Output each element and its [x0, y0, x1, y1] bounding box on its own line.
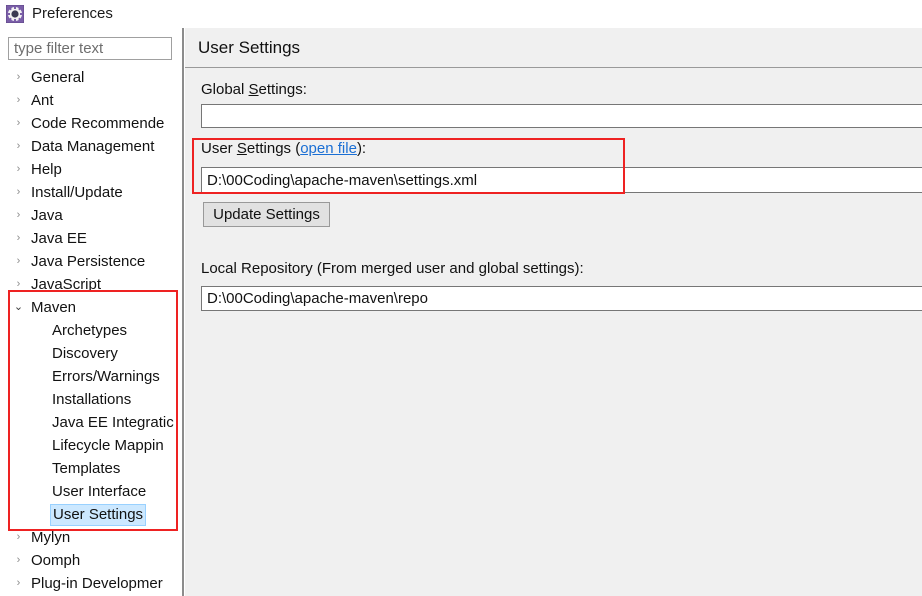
sidebar-item-label: Install/Update: [31, 183, 123, 201]
chevron-right-icon[interactable]: ›: [12, 210, 25, 221]
sidebar-item-label: Errors/Warnings: [52, 367, 160, 385]
sidebar-item-label: Discovery: [52, 344, 118, 362]
chevron-right-icon[interactable]: ›: [12, 578, 25, 589]
chevron-down-icon[interactable]: ⌄: [12, 302, 25, 313]
global-settings-label-mnemonic: S: [248, 81, 259, 98]
user-settings-input[interactable]: D:\00Coding\apache-maven\settings.xml: [201, 167, 922, 193]
chevron-right-icon[interactable]: ›: [12, 187, 25, 198]
sidebar-item-archetypes[interactable]: Archetypes: [0, 319, 182, 342]
sidebar-item-label: User Settings: [50, 503, 147, 526]
preferences-gear-icon: [6, 5, 24, 23]
sidebar-item-discovery[interactable]: Discovery: [0, 342, 182, 365]
sidebar-item-label: Code Recommende: [31, 114, 165, 132]
sidebar-item-javascript[interactable]: › JavaScript: [0, 273, 182, 296]
sidebar-item-install-update[interactable]: › Install/Update: [0, 181, 182, 204]
chevron-right-icon[interactable]: ›: [12, 118, 25, 129]
sidebar-item-user-settings[interactable]: User Settings: [0, 503, 182, 526]
chevron-right-icon[interactable]: ›: [12, 256, 25, 267]
update-settings-button[interactable]: Update Settings: [203, 202, 330, 227]
sidebar-item-java-ee[interactable]: › Java EE: [0, 227, 182, 250]
sidebar-item-label: Help: [31, 160, 62, 178]
sidebar-item-label: Installations: [52, 390, 132, 408]
chevron-right-icon[interactable]: ›: [12, 233, 25, 244]
sidebar-item-label: Maven: [31, 298, 77, 316]
sidebar-item-java[interactable]: › Java: [0, 204, 182, 227]
local-repository-input-value: D:\00Coding\apache-maven\repo: [207, 290, 428, 307]
content-header: User Settings: [185, 28, 922, 67]
sidebar-item-label: Java: [31, 206, 63, 224]
global-settings-label: Global Settings:: [201, 81, 307, 98]
sidebar-item-help[interactable]: › Help: [0, 158, 182, 181]
sidebar-item-label: Templates: [52, 459, 121, 477]
user-settings-label: User Settings (open file):: [201, 140, 366, 157]
user-settings-label-text-before: User: [201, 140, 237, 157]
user-settings-label-text-after: ):: [356, 140, 367, 157]
chevron-right-icon[interactable]: ›: [12, 279, 25, 290]
sidebar-item-label: Java Persistence: [31, 252, 146, 270]
local-repository-input[interactable]: D:\00Coding\apache-maven\repo: [201, 286, 922, 311]
chevron-right-icon[interactable]: ›: [12, 555, 25, 566]
global-settings-input[interactable]: [201, 104, 922, 128]
sidebar-item-lifecycle-mappin[interactable]: Lifecycle Mappin: [0, 434, 182, 457]
preferences-sidebar: type filter text › General › Ant › Code Recom…: [0, 28, 183, 596]
sidebar-item-label: Ant: [31, 91, 54, 109]
chevron-right-icon[interactable]: ›: [12, 164, 25, 175]
sidebar-item-general[interactable]: › General: [0, 66, 182, 89]
sidebar-item-label: Data Management: [31, 137, 155, 155]
window-titlebar: Preferences: [0, 0, 922, 28]
sidebar-item-label: JavaScript: [31, 275, 102, 293]
user-settings-input-value: D:\00Coding\apache-maven\settings.xml: [207, 171, 478, 189]
window-title: Preferences: [32, 5, 113, 22]
chevron-right-icon[interactable]: ›: [12, 72, 25, 83]
sidebar-item-label: Oomph: [31, 551, 81, 569]
sidebar-item-user-interface[interactable]: User Interface: [0, 480, 182, 503]
sidebar-item-code-recommende[interactable]: › Code Recommende: [0, 112, 182, 135]
sidebar-item-ant[interactable]: › Ant: [0, 89, 182, 112]
sidebar-item-installations[interactable]: Installations: [0, 388, 182, 411]
preferences-content-panel: User Settings Global Settings: User Sett…: [185, 28, 922, 596]
sidebar-item-label: Mylyn: [31, 528, 71, 546]
global-settings-label-text-after: ettings:: [258, 81, 307, 98]
search-input[interactable]: type filter text: [8, 37, 172, 60]
global-settings-label-text-before: Global: [201, 81, 249, 98]
header-separator: [185, 67, 922, 68]
sidebar-item-label: Lifecycle Mappin: [52, 436, 164, 454]
sidebar-item-errors-warnings[interactable]: Errors/Warnings: [0, 365, 182, 388]
sidebar-item-templates[interactable]: Templates: [0, 457, 182, 480]
sidebar-item-label: Archetypes: [52, 321, 128, 339]
sidebar-item-java-persistence[interactable]: › Java Persistence: [0, 250, 182, 273]
preferences-dialog: Preferences type filter text › General › An…: [0, 0, 922, 596]
sidebar-item-mylyn[interactable]: › Mylyn: [0, 526, 182, 549]
sidebar-item-data-management[interactable]: › Data Management: [0, 135, 182, 158]
sidebar-item-label: General: [31, 68, 85, 86]
user-settings-label-mnemonic: S: [236, 140, 247, 157]
local-repository-label: Local Repository (From merged user and g…: [201, 260, 584, 277]
chevron-right-icon[interactable]: ›: [12, 95, 25, 106]
sidebar-item-label: Java EE: [31, 229, 87, 247]
open-file-link[interactable]: open file: [300, 140, 357, 157]
sidebar-item-oomph[interactable]: › Oomph: [0, 549, 182, 572]
page-title: User Settings: [198, 37, 301, 57]
sidebar-item-label: Plug-in Developmer: [31, 574, 163, 592]
chevron-right-icon[interactable]: ›: [12, 141, 25, 152]
search-input-placeholder: type filter text: [14, 40, 104, 57]
sidebar-item-maven[interactable]: ⌄ Maven: [0, 296, 182, 319]
sidebar-item-label: Java EE Integratic: [52, 413, 174, 431]
sidebar-item-plug-in-developmer[interactable]: › Plug-in Developmer: [0, 572, 182, 595]
preferences-tree[interactable]: › General › Ant › Code Recommende › Data Manage…: [0, 66, 182, 596]
update-settings-button-label: Update Settings: [213, 206, 320, 223]
sidebar-item-java-ee-integratic[interactable]: Java EE Integratic: [0, 411, 182, 434]
chevron-right-icon[interactable]: ›: [12, 532, 25, 543]
sidebar-item-label: User Interface: [52, 482, 147, 500]
user-settings-label-text-middle: ettings (: [246, 140, 301, 157]
